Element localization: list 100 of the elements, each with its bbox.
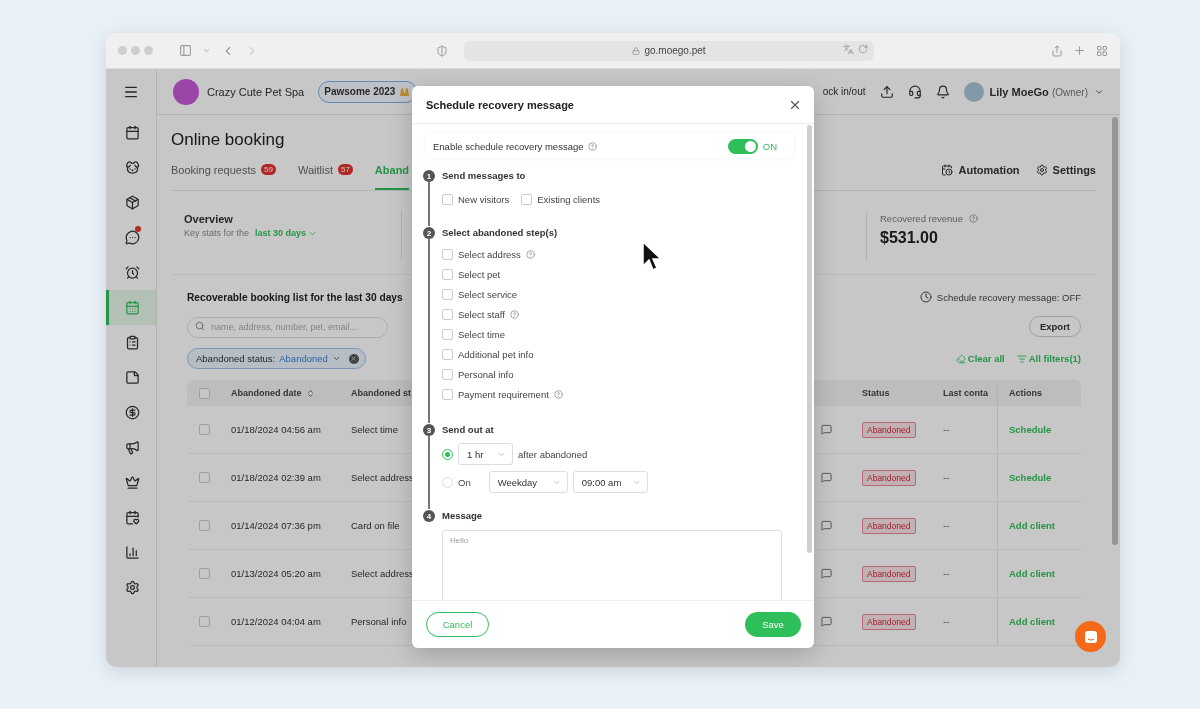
sort-icon[interactable] (305, 388, 315, 398)
clock-in-out-label[interactable]: ock in/out (822, 86, 866, 97)
bell-icon (935, 84, 950, 99)
sidebar-toggle-icon[interactable] (179, 44, 192, 57)
business-avatar (173, 78, 199, 105)
step-number: 4 (423, 510, 435, 522)
tab[interactable]: Booking requests 59 (171, 164, 276, 190)
checkbox[interactable] (199, 424, 210, 435)
megaphone-icon (125, 440, 140, 455)
stat-value: $531.00 (880, 229, 939, 247)
chat-icon[interactable] (821, 616, 832, 627)
checkbox[interactable] (442, 288, 453, 300)
table-cell: -- (943, 568, 950, 579)
table-cell: 01/13/2024 05:20 am (231, 568, 321, 579)
shield-icon[interactable] (436, 44, 448, 57)
package-icon (125, 195, 140, 210)
translate-icon[interactable] (843, 43, 854, 55)
remove-icon[interactable] (348, 353, 359, 364)
toggle-switch[interactable] (727, 138, 758, 154)
checkbox[interactable] (199, 472, 210, 483)
table-cell: Card on file (351, 520, 400, 531)
table-cell: -- (943, 520, 950, 531)
column-header: Actions (1009, 388, 1042, 398)
time-select[interactable]: 09:00 am (572, 471, 648, 493)
automation-button[interactable]: Automation (941, 164, 1020, 190)
table-cell: 01/18/2024 04:56 am (231, 424, 321, 435)
step-number: 1 (423, 170, 435, 182)
day-select[interactable]: Weekday (488, 471, 568, 493)
clipboard-icon (125, 335, 140, 350)
checkbox[interactable] (442, 368, 453, 380)
step-number: 3 (423, 424, 435, 436)
column-header[interactable]: Abandoned date (231, 388, 302, 398)
step-title: Send out at (442, 423, 495, 437)
upload-icon (879, 84, 894, 99)
menu-button[interactable] (123, 84, 139, 100)
upload-button[interactable] (879, 84, 894, 99)
status-badge: Abandoned (862, 469, 916, 486)
page-title: Online booking (171, 130, 285, 150)
user-avatar (963, 81, 984, 102)
checkbox[interactable] (199, 568, 210, 579)
calendar-clock-icon (941, 164, 954, 176)
checkbox[interactable] (199, 387, 210, 399)
option-label: On (458, 476, 471, 488)
export-button[interactable]: Export (1028, 316, 1081, 337)
tab[interactable]: Waitlist 57 (297, 164, 353, 190)
checkbox[interactable] (442, 388, 453, 400)
support-button[interactable] (907, 84, 922, 99)
table-cell: Personal info (351, 616, 407, 627)
status-badge: Abandoned (862, 565, 916, 582)
chat-icon[interactable] (821, 424, 832, 435)
settings-icon (125, 580, 140, 595)
scrollbar[interactable] (1112, 117, 1118, 545)
search-icon (195, 321, 205, 331)
user-name[interactable]: Lily MoeGo (Owner) (989, 85, 1088, 98)
checkbox[interactable] (442, 328, 453, 340)
address-bar[interactable]: go.moego.pet (464, 40, 874, 61)
dollar-icon (125, 405, 140, 420)
setting-label: Enable schedule recovery message (433, 140, 584, 152)
status-badge: Abandoned (862, 613, 916, 630)
checkbox[interactable] (442, 348, 453, 360)
checkbox[interactable] (442, 268, 453, 280)
new-tab-icon[interactable] (1073, 44, 1086, 57)
option-label: New visitors (458, 193, 510, 205)
chat-icon[interactable] (821, 568, 832, 579)
share-icon[interactable] (1051, 44, 1063, 57)
delay-select[interactable]: 1 hr (458, 443, 513, 465)
checkbox[interactable] (199, 520, 210, 531)
note-icon (125, 370, 140, 385)
status-badge: Abandoned (862, 517, 916, 534)
chat-icon[interactable] (821, 472, 832, 483)
lock-icon (632, 46, 641, 55)
notifications-button[interactable] (935, 84, 950, 99)
search-field[interactable]: name, address, number, pet, email... (187, 316, 388, 338)
tabs-overview-icon[interactable] (1096, 44, 1108, 57)
option-label: Payment requirement (458, 388, 549, 400)
scrollbar[interactable] (807, 125, 812, 553)
reload-icon[interactable] (858, 43, 868, 54)
option-label: after abandoned (518, 448, 588, 460)
checkbox[interactable] (442, 248, 453, 260)
chat-bubble-icon (1083, 629, 1098, 644)
option-label: Select pet (458, 268, 501, 280)
option-label: Additional pet info (458, 348, 534, 360)
crown-icon (125, 475, 140, 490)
settings-button[interactable]: Settings (1035, 164, 1096, 190)
option-label: Existing clients (537, 193, 601, 205)
checkbox[interactable] (521, 193, 533, 205)
calendar-icon (125, 125, 140, 140)
checkbox[interactable] (442, 193, 453, 205)
message-field[interactable]: Hello (442, 530, 782, 600)
checkbox[interactable] (199, 616, 210, 627)
filter-chip[interactable]: Abandoned status: Abandoned (187, 348, 366, 369)
chat-icon[interactable] (821, 520, 832, 531)
table-cell: 01/18/2024 02:39 am (231, 472, 321, 483)
table-cell: Select time (351, 424, 398, 435)
checkbox[interactable] (442, 308, 453, 320)
chevron-down-icon[interactable] (202, 46, 211, 55)
step-title: Send messages to (442, 169, 527, 183)
menu-icon (123, 84, 139, 100)
calendar-icon (125, 300, 140, 315)
section-title: Recoverable booking list for the last 30 days (187, 291, 403, 303)
